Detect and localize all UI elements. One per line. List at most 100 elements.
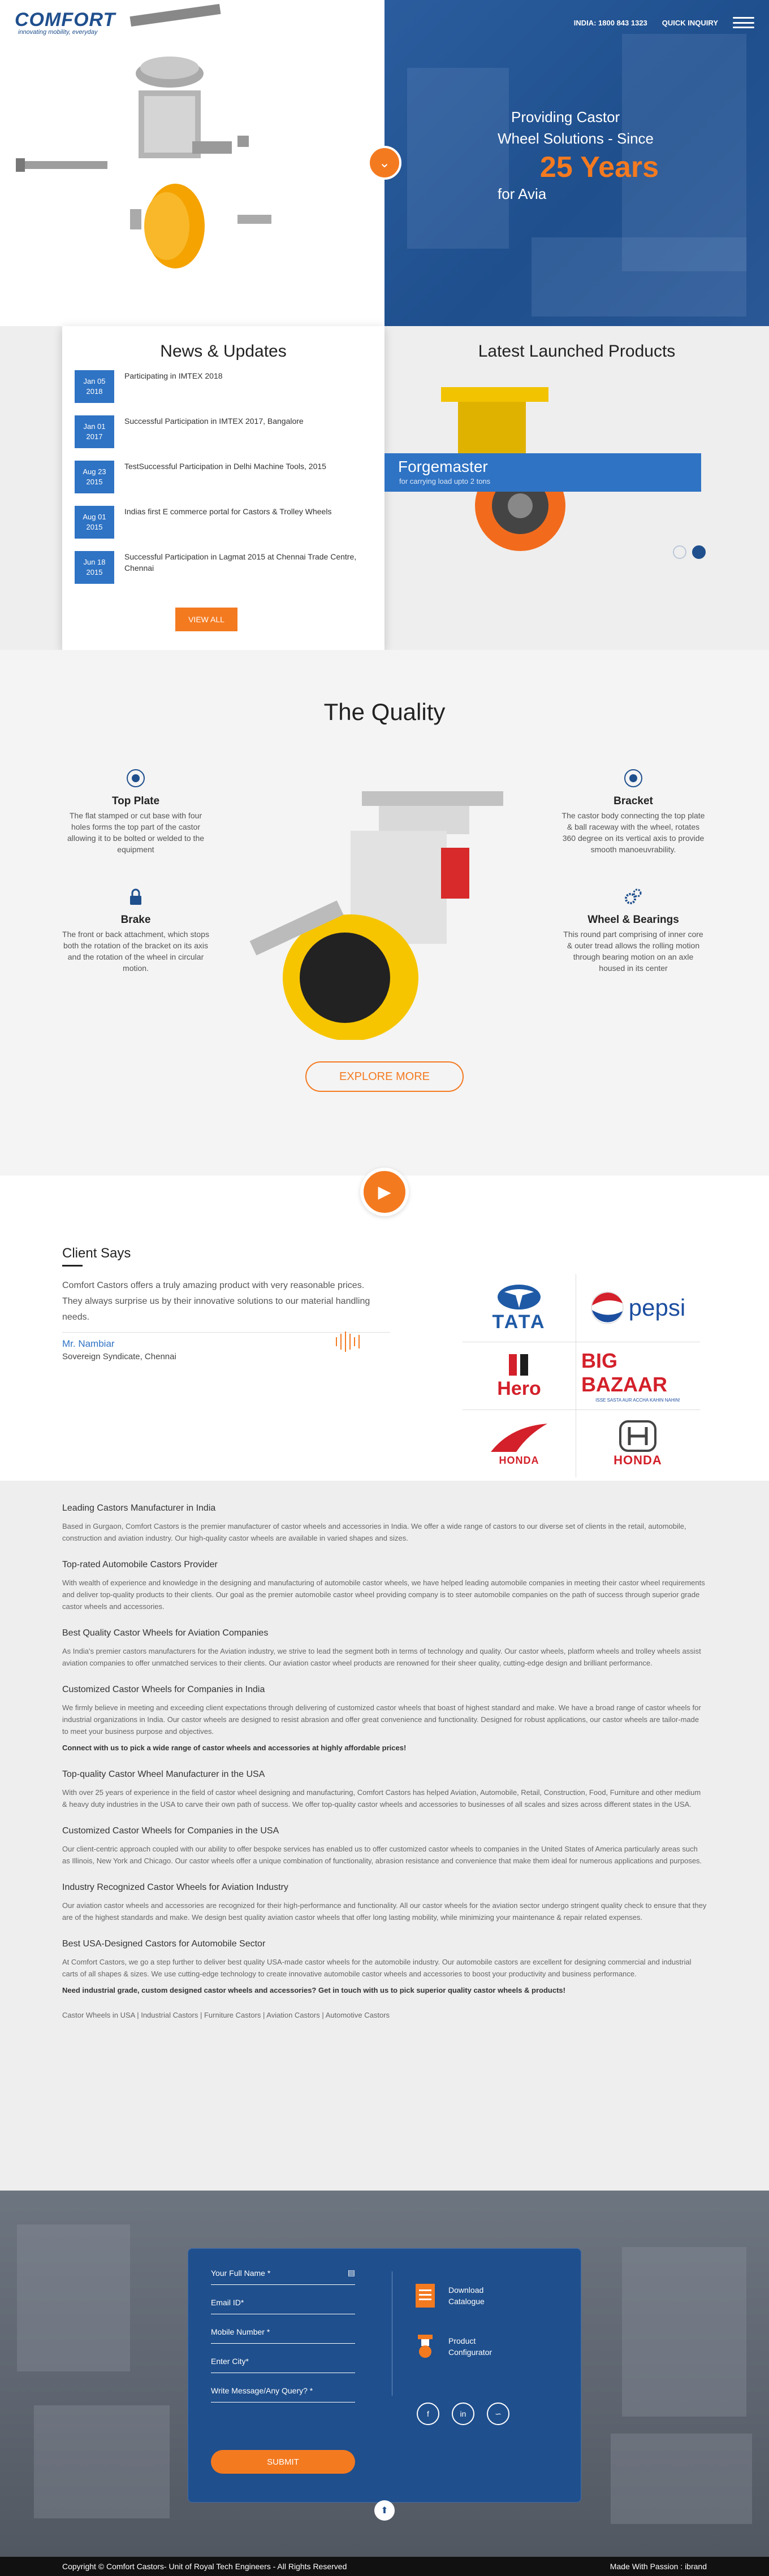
- top-nav: INDIA: 1800 843 1323 QUICK INQUIRY: [574, 17, 754, 28]
- product-configurator-link[interactable]: Product Configurator: [414, 2334, 492, 2360]
- quick-inquiry-link[interactable]: QUICK INQUIRY: [662, 19, 718, 27]
- target-icon: [127, 769, 145, 787]
- seo-sections: Leading Castors Manufacturer in India Bas…: [62, 1503, 707, 1996]
- seo-paragraph: Our aviation castor wheels and accessori…: [62, 1901, 707, 1922]
- submit-button[interactable]: SUBMIT: [211, 2450, 355, 2474]
- pepsi-globe-icon: [591, 1291, 624, 1324]
- message-field[interactable]: Write Message/Any Query? *: [211, 2379, 355, 2402]
- carousel-dot-1[interactable]: [673, 545, 686, 559]
- keyword-link[interactable]: Aviation Castors: [266, 2011, 319, 2019]
- keyword-link[interactable]: Automotive Castors: [326, 2011, 390, 2019]
- products-panel: Latest Launched Products Forgemaster for…: [384, 326, 769, 650]
- seo-paragraph: We firmly believe in meeting and exceedi…: [62, 1703, 701, 1736]
- news-date-day: Jun 18: [83, 558, 106, 566]
- news-date-year: 2015: [86, 523, 103, 531]
- seo-heading: Best Quality Castor Wheels for Aviation …: [62, 1628, 269, 1638]
- seo-content: Leading Castors Manufacturer in India Bas…: [0, 1481, 769, 2191]
- news-title: News & Updates: [160, 342, 287, 361]
- news-date-day: Aug 01: [83, 513, 106, 521]
- product-desc: for carrying load upto 2 tons: [399, 477, 491, 485]
- carousel-dot-2[interactable]: [692, 545, 706, 559]
- seo-paragraph: Based in Gurgaon, Comfort Castors is the…: [62, 1522, 686, 1542]
- quality-item-text: The front or back attachment, which stop…: [62, 930, 209, 973]
- hero-line-1: Providing Castor: [511, 109, 620, 125]
- scroll-down-button[interactable]: ⌄: [368, 146, 401, 180]
- news-item[interactable]: Jun 18 2015 Successful Participation in La…: [75, 551, 372, 584]
- name-field[interactable]: Your Full Name * ▤: [211, 2261, 355, 2285]
- testimonial-quote: Comfort Castors offers a truly amazing p…: [62, 1281, 370, 1322]
- news-date-day: Jan 01: [83, 422, 106, 431]
- email-field[interactable]: Email ID*: [211, 2291, 355, 2314]
- honda-car-logo: HONDA: [581, 1410, 694, 1477]
- download-catalogue-link[interactable]: Download Catalogue: [414, 2283, 485, 2309]
- news-item[interactable]: Aug 01 2015 Indias first E commerce portal…: [75, 506, 372, 539]
- document-icon: [416, 2284, 435, 2308]
- hero-copy: Providing Castor Wheel Solutions - Since…: [498, 106, 701, 203]
- hero-line-3: for Avia: [498, 185, 547, 202]
- news-item[interactable]: Jan 05 2018 Participating in IMTEX 2018: [75, 370, 372, 403]
- honda-wing-logo: HONDA: [463, 1410, 576, 1477]
- news-date: Jan 01 2017: [75, 415, 114, 448]
- news-text: Participating in IMTEX 2018: [124, 371, 223, 380]
- arrow-up-icon: ⬆: [381, 2506, 388, 2516]
- honda-wing-icon: [491, 1423, 547, 1452]
- quality-title: The Quality: [323, 699, 446, 725]
- contact-card-icon: ▤: [347, 2268, 355, 2277]
- castor-exploded-illustration: [16, 3, 271, 268]
- hero-emblem-icon: [509, 1354, 528, 1376]
- bigbazaar-wordmark: BIG BAZAAR: [581, 1348, 667, 1396]
- seo-paragraph: With wealth of experience and knowledge …: [62, 1578, 705, 1611]
- phone-link[interactable]: INDIA: 1800 843 1323: [574, 19, 647, 27]
- seo-heading: Top-rated Automobile Castors Provider: [62, 1560, 218, 1569]
- pepsi-logo: pepsi: [581, 1274, 694, 1342]
- news-date-year: 2018: [86, 387, 103, 396]
- catalogue-label: Catalogue: [448, 2297, 485, 2306]
- clients-section: Client Says Comfort Castors offers a tru…: [0, 1212, 769, 1481]
- facebook-icon[interactable]: f: [417, 2402, 439, 2425]
- chevron-down-icon: ⌄: [378, 155, 391, 171]
- quality-item-text: The flat stamped or cut base with four h…: [67, 811, 205, 854]
- linkedin-icon[interactable]: in: [452, 2402, 474, 2425]
- gears-icon: [625, 888, 642, 904]
- keyword-link[interactable]: Castor Wheels in USA: [62, 2011, 135, 2019]
- quality-item-title: Wheel & Bearings: [587, 914, 679, 926]
- keyword-link[interactable]: Industrial Castors: [141, 2011, 198, 2019]
- play-video-button[interactable]: ▶: [360, 1168, 409, 1216]
- hero-years: 25 Years: [539, 151, 659, 184]
- tata-logo: TATA: [463, 1274, 576, 1342]
- copyright-text: Copyright © Comfort Castors- Unit of Roy…: [62, 2562, 347, 2571]
- seo-heading: Best USA-Designed Castors for Automobile…: [62, 1939, 266, 1949]
- bigbazaar-logo: BIG BAZAAR ISSE SASTA AUR ACCHA KAHIN NA…: [581, 1342, 694, 1410]
- made-with-passion[interactable]: Made With Passion : ibrand: [610, 2562, 707, 2571]
- quality-wheel-bearings: Wheel & Bearings This round part compris…: [560, 887, 707, 974]
- news-text: Successful Participation in Lagmat 2015 …: [124, 552, 357, 573]
- quality-item-text: The castor body connecting the top plate…: [561, 811, 705, 854]
- view-all-button[interactable]: VIEW ALL: [175, 608, 237, 631]
- testimonial-slider-indicator[interactable]: [336, 1332, 360, 1352]
- keyword-link[interactable]: Furniture Castors: [204, 2011, 261, 2019]
- seo-heading: Leading Castors Manufacturer in India: [62, 1503, 216, 1513]
- castor-icon: [418, 2335, 433, 2358]
- seo-heading: Top-quality Castor Wheel Manufacturer in…: [62, 1770, 265, 1779]
- testimonial-org: Sovereign Syndicate, Chennai: [62, 1352, 176, 1361]
- city-field[interactable]: Enter City*: [211, 2349, 355, 2373]
- news-text: Indias first E commerce portal for Casto…: [124, 507, 332, 516]
- seo-paragraph: Our client-centric approach coupled with…: [62, 1845, 702, 1865]
- news-item[interactable]: Aug 23 2015 TestSuccessful Participation i…: [75, 461, 372, 493]
- rss-icon[interactable]: ∽: [487, 2402, 509, 2425]
- mobile-field[interactable]: Mobile Number *: [211, 2320, 355, 2344]
- hero-line-2: Wheel Solutions - Since: [498, 130, 654, 147]
- seo-callout: Connect with us to pick a wide range of …: [62, 1744, 407, 1752]
- menu-icon[interactable]: [733, 17, 754, 28]
- news-item[interactable]: Jan 01 2017 Successful Participation in IM…: [75, 415, 372, 448]
- seo-paragraph: With over 25 years of experience in the …: [62, 1788, 701, 1809]
- scroll-top-button[interactable]: ⬆: [374, 2500, 395, 2521]
- news-list: Jan 05 2018 Participating in IMTEX 2018 Jan…: [62, 370, 384, 584]
- hero-wordmark: Hero: [497, 1377, 541, 1399]
- carousel-dots: [673, 545, 706, 559]
- seo-heading: Customized Castor Wheels for Companies i…: [62, 1685, 265, 1694]
- target-icon: [624, 769, 642, 787]
- product-banner[interactable]: Forgemaster for carrying load upto 2 ton…: [384, 453, 701, 492]
- explore-more-button[interactable]: EXPLORE MORE: [305, 1061, 464, 1092]
- seo-paragraph: As India's premier castors manufacturers…: [62, 1647, 701, 1667]
